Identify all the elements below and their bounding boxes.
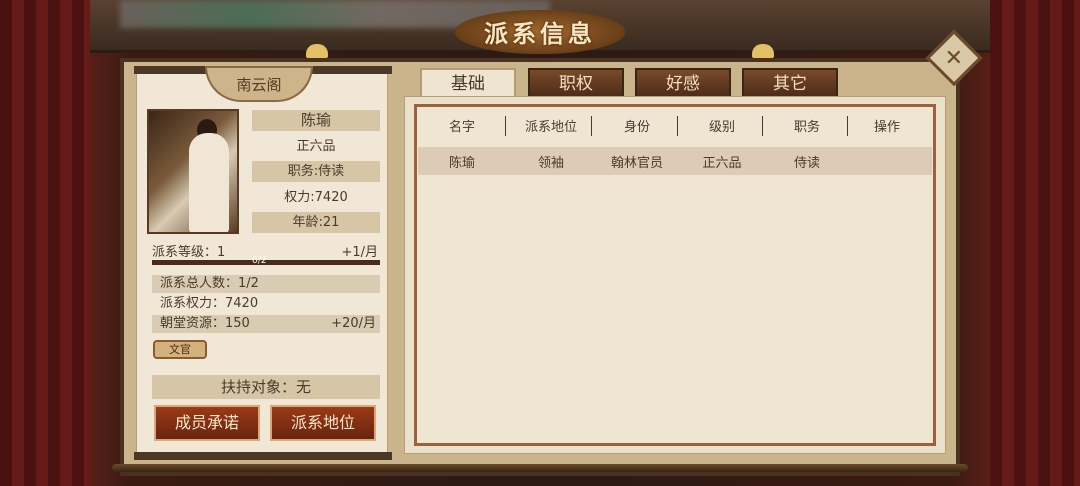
faction-power: 派系权力：7420 xyxy=(160,296,259,311)
column-header: 级别 xyxy=(708,120,735,135)
right-curtain xyxy=(990,0,1080,486)
close-icon: ✕ xyxy=(944,45,964,71)
table-cell: 侍读 xyxy=(793,156,820,171)
court-resources-rate: +20/月 xyxy=(331,316,376,331)
portrait-figure xyxy=(189,133,229,232)
lamp-icon xyxy=(306,44,328,58)
column-divider xyxy=(762,116,763,136)
table-cell: 翰林官员 xyxy=(610,156,663,171)
column-header: 操作 xyxy=(873,120,900,135)
bottom-rod xyxy=(112,464,968,472)
lamp-icon xyxy=(752,44,774,58)
table-cell: 领袖 xyxy=(537,156,564,171)
member-duty: 职务:侍读 xyxy=(252,161,380,182)
level-progress-text: 0/2 xyxy=(252,256,267,266)
table-cell: 陈瑜 xyxy=(448,156,475,171)
panel-bottom-bar xyxy=(134,452,392,460)
member-promise-button[interactable]: 成员承诺 xyxy=(154,405,260,441)
member-rank: 正六品 xyxy=(296,139,336,154)
members-row: 派系总人数：1/2 xyxy=(152,275,380,293)
column-header: 名字 xyxy=(448,120,475,135)
faction-status-button[interactable]: 派系地位 xyxy=(270,405,376,441)
column-divider xyxy=(677,116,678,136)
members-count: 派系总人数：1/2 xyxy=(160,276,259,291)
column-header: 职务 xyxy=(793,120,820,135)
civil-official-tag[interactable]: 文官 xyxy=(153,340,207,359)
table-cell: 正六品 xyxy=(702,156,742,171)
support-target: 扶持对象：无 xyxy=(152,375,380,399)
member-portrait[interactable] xyxy=(147,109,239,234)
member-name: 陈瑜 xyxy=(252,110,380,131)
window-title: 派系信息 xyxy=(484,20,596,48)
faction-level-rate: +1/月 xyxy=(341,245,378,260)
court-resources: 朝堂资源：150 xyxy=(160,316,250,331)
member-age: 年龄:21 xyxy=(252,212,380,233)
column-header: 身份 xyxy=(623,120,650,135)
court-resources-row: 朝堂资源：150 +20/月 xyxy=(152,315,380,333)
column-divider xyxy=(505,116,506,136)
faction-level: 派系等级：1 xyxy=(152,245,226,260)
member-power: 权力:7420 xyxy=(284,190,348,205)
column-header: 派系地位 xyxy=(524,120,577,135)
left-curtain xyxy=(0,0,90,486)
faction-power-row: 派系权力：7420 xyxy=(152,295,380,313)
column-divider xyxy=(591,116,592,136)
